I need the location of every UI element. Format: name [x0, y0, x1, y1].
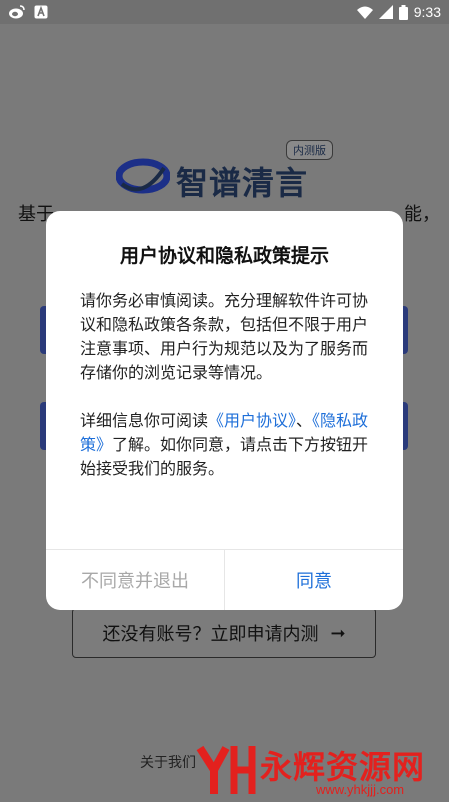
- arrow-right-icon: ➞: [330, 622, 346, 644]
- apply-beta-button[interactable]: 还没有账号？立即申请内测 ➞: [72, 608, 376, 658]
- about-us-link[interactable]: 关于我们: [140, 752, 196, 772]
- user-agreement-link[interactable]: 《用户协议》: [208, 411, 296, 430]
- para2-join: 、: [296, 411, 313, 430]
- battery-icon: [398, 4, 408, 20]
- dialog-paragraph-2: 详细信息你可阅读《用户协议》、《隐私政策》了解。如你同意，请点击下方按钮开始接受…: [80, 409, 372, 481]
- signal-icon: [378, 5, 393, 19]
- agree-button[interactable]: 同意: [225, 550, 403, 610]
- status-bar: 9:33: [0, 0, 449, 24]
- clock-time: 9:33: [413, 4, 441, 20]
- beta-badge: 内测版: [286, 140, 333, 160]
- consent-dialog: 用户协议和隐私政策提示 请你务必审慎阅读。充分理解软件许可协议和隐私政策各条款，…: [46, 211, 403, 610]
- watermark-url: www.yhkjjj.com: [316, 782, 405, 797]
- decline-exit-button[interactable]: 不同意并退出: [46, 550, 225, 610]
- para2-suffix: 了解。如你同意，请点击下方按钮开始接受我们的服务。: [80, 435, 369, 478]
- weibo-icon: [8, 5, 26, 19]
- watermark-logo-icon: [196, 740, 256, 802]
- watermark: 永辉资源网 www.yhkjjj.com: [196, 738, 449, 800]
- intro-end: 能，: [404, 204, 440, 225]
- wifi-icon: [356, 6, 373, 19]
- dialog-body: 请你务必审慎阅读。充分理解软件许可协议和隐私政策各条款，包括但不限于用户注意事项…: [80, 289, 372, 481]
- app-logo: 智谱清言 内测版: [115, 140, 336, 210]
- para2-prefix: 详细信息你可阅读: [80, 411, 209, 430]
- dialog-actions: 不同意并退出 同意: [46, 549, 403, 610]
- logo-ring-icon: [115, 156, 171, 200]
- app-notification-icon: [34, 5, 48, 19]
- dialog-title: 用户协议和隐私政策提示: [119, 245, 329, 267]
- logo-text: 智谱清言: [176, 164, 309, 202]
- apply-beta-label: 还没有账号？立即申请内测: [102, 624, 319, 645]
- dialog-paragraph-1: 请你务必审慎阅读。充分理解软件许可协议和隐私政策各条款，包括但不限于用户注意事项…: [80, 291, 369, 382]
